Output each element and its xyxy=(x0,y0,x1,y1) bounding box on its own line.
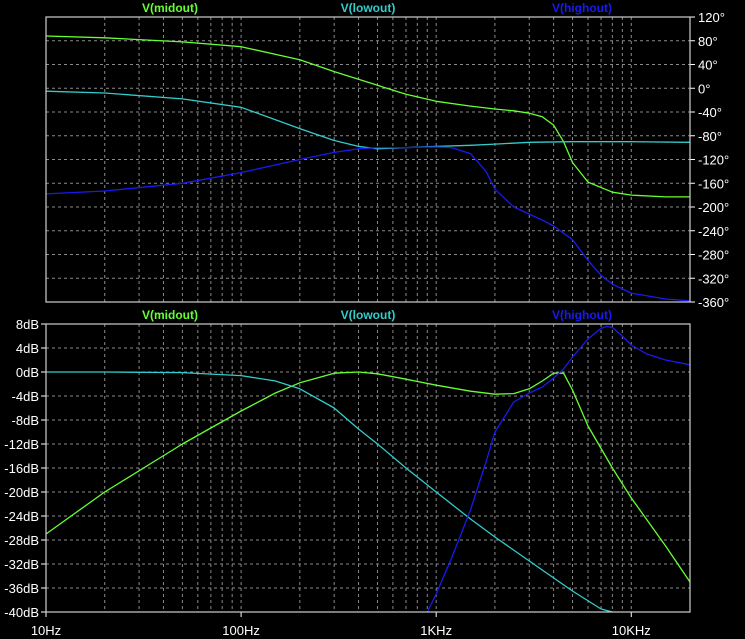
legend-label: V(midout) xyxy=(142,308,198,322)
y-tick-label: 0° xyxy=(698,81,710,96)
bode-plot: 120° 80° 40° 0° -40° -80° -120° -160° -200° -240°… xyxy=(4,1,729,638)
magnitude-panel: 8dB 4dB 0dB -4dB -8dB -12dB -16dB -20dB -24dB -28… xyxy=(4,308,691,638)
y-tick-label: -40° xyxy=(698,105,722,120)
x-tick-label: 10KHz xyxy=(612,623,651,638)
series-line-vlowout xyxy=(45,90,691,150)
y-tick-label: -80° xyxy=(698,129,722,144)
y-tick-label: 40° xyxy=(698,58,718,73)
legend-label: V(lowout) xyxy=(341,308,396,322)
legend-label: V(highout) xyxy=(552,308,612,322)
legend-label: V(lowout) xyxy=(341,1,396,15)
y-tick-label: -240° xyxy=(698,224,729,239)
y-tick-label: -360° xyxy=(698,295,729,310)
y-tick-label: 8dB xyxy=(16,317,39,332)
series-line-vmidout xyxy=(45,35,690,198)
y-tick-label: 80° xyxy=(698,34,718,49)
y-tick-label: 120° xyxy=(698,10,725,25)
y-tick-label: -320° xyxy=(698,271,729,286)
y-tick-label: -8dB xyxy=(12,413,39,428)
x-tick-label: 100Hz xyxy=(222,623,260,638)
legend-label: V(midout) xyxy=(142,1,198,15)
series-line-vhighout xyxy=(426,325,691,613)
y-tick-label: 0dB xyxy=(16,365,39,380)
y-tick-label: -36dB xyxy=(4,581,39,596)
y-tick-label: -4dB xyxy=(12,389,39,404)
series-line-vhighout xyxy=(45,146,691,302)
y-tick-label: -20dB xyxy=(4,485,39,500)
y-tick-label: -32dB xyxy=(4,557,39,572)
phase-panel: 120° 80° 40° 0° -40° -80° -120° -160° -200° -240°… xyxy=(45,1,729,310)
y-tick-label: -12dB xyxy=(4,437,39,452)
series-line-vmidout xyxy=(45,371,691,583)
x-tick-label: 1KHz xyxy=(420,623,452,638)
y-tick-label: -28dB xyxy=(4,533,39,548)
y-tick-label: -40dB xyxy=(4,605,39,620)
y-tick-label: -120° xyxy=(698,153,729,168)
y-tick-label: -200° xyxy=(698,200,729,215)
y-tick-label: -16dB xyxy=(4,461,39,476)
y-tick-label: -24dB xyxy=(4,509,39,524)
x-tick-label: 10Hz xyxy=(31,623,61,638)
y-tick-label: 4dB xyxy=(16,341,39,356)
y-tick-label: -280° xyxy=(698,248,729,263)
y-tick-label: -160° xyxy=(698,176,729,191)
legend-label: V(highout) xyxy=(552,1,612,15)
